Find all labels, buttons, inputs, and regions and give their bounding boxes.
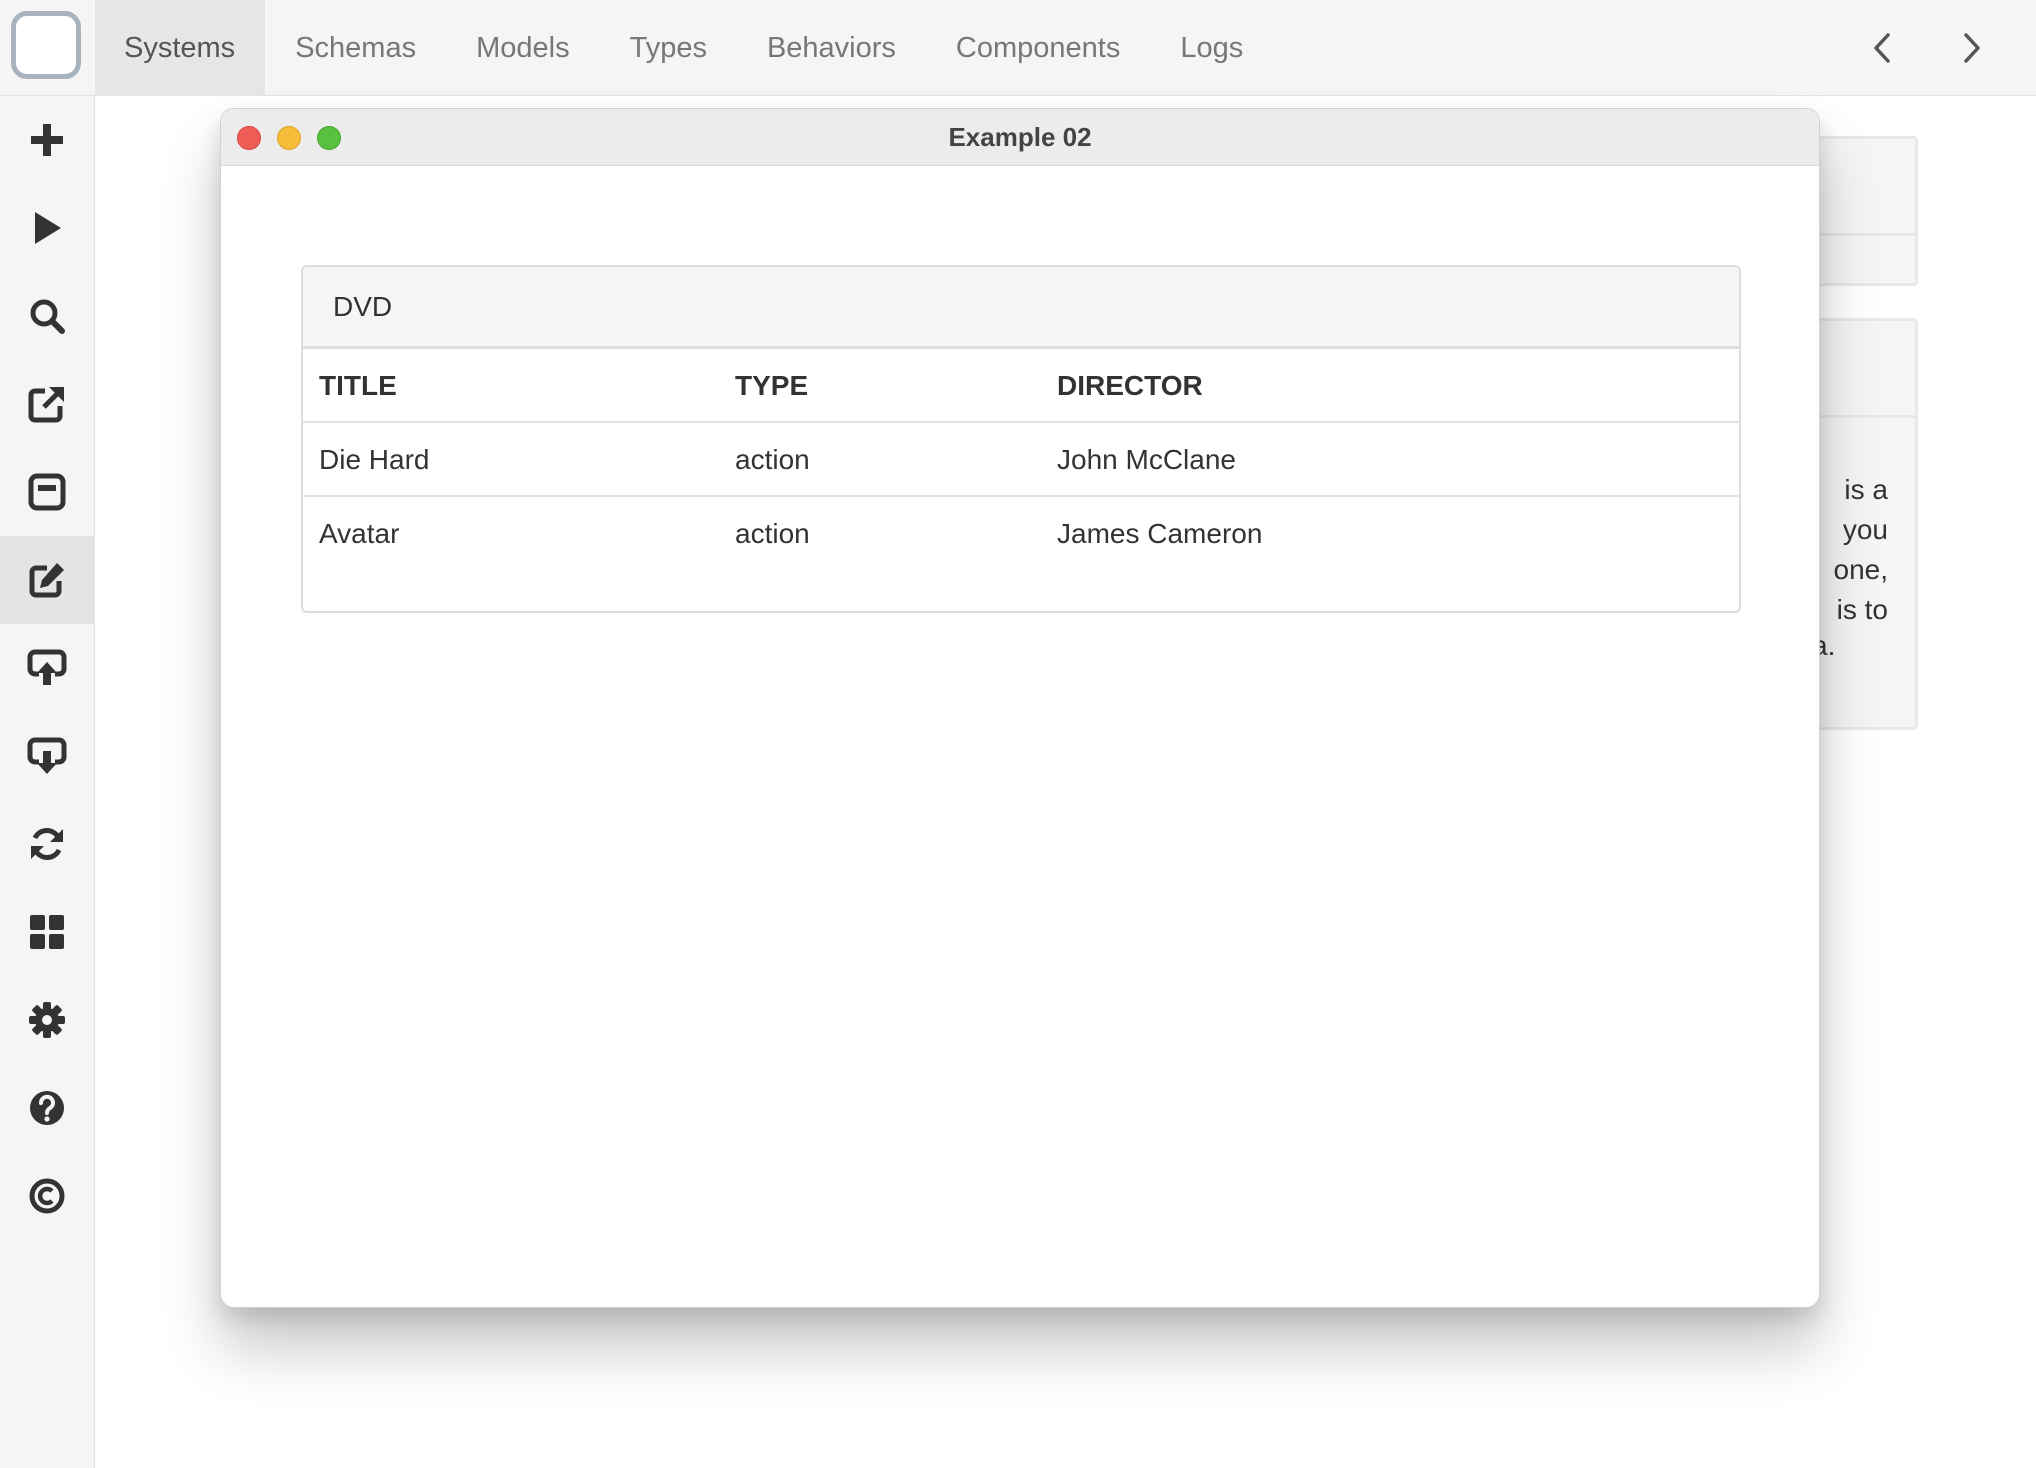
background-text-line: one, [1833, 554, 1889, 585]
sidebar [0, 96, 95, 1468]
column-header-type: TYPE [735, 370, 809, 401]
table-row[interactable]: Avatar action James Cameron [303, 497, 1739, 571]
tab-types[interactable]: Types [600, 0, 737, 96]
background-text-line: you [1842, 514, 1888, 545]
app-logo[interactable] [0, 0, 95, 96]
sidebar-item-open-external[interactable] [0, 360, 94, 448]
sidebar-item-download[interactable] [0, 712, 94, 800]
close-button[interactable] [237, 126, 261, 150]
cell-title: Avatar [319, 518, 400, 549]
sidebar-item-about[interactable] [0, 1152, 94, 1240]
background-text-line: is to [1836, 594, 1888, 625]
sidebar-item-settings[interactable] [0, 976, 94, 1064]
tab-schemas[interactable]: Schemas [265, 0, 446, 96]
main-tabs: Systems Schemas Models Types Behaviors C… [95, 0, 1273, 96]
sidebar-item-window[interactable] [0, 448, 94, 536]
top-navigation-bar: Systems Schemas Models Types Behaviors C… [0, 0, 2036, 96]
tab-systems[interactable]: Systems [95, 0, 266, 96]
download-icon [27, 737, 67, 774]
tab-models[interactable]: Models [446, 0, 600, 96]
background-text: is a you one, is to [1820, 470, 1889, 630]
cell-director: John McClane [1057, 444, 1236, 475]
window-title: Example 02 [948, 122, 1092, 152]
tab-components[interactable]: Components [926, 0, 1150, 96]
chevron-left-icon [1874, 33, 1890, 63]
play-icon [35, 212, 61, 244]
sidebar-item-upload[interactable] [0, 624, 94, 712]
sidebar-item-dashboard[interactable] [0, 888, 94, 976]
sidebar-item-search[interactable] [0, 272, 94, 360]
app-logo-icon [11, 11, 81, 79]
back-button[interactable] [1858, 24, 1906, 72]
tab-behaviors[interactable]: Behaviors [737, 0, 926, 96]
cell-type: action [735, 444, 810, 475]
upload-icon [27, 649, 67, 685]
help-icon [30, 1091, 64, 1125]
card-header: DVD [303, 267, 1739, 349]
chevron-right-icon [1964, 33, 1980, 63]
dvd-card: DVD TITLE TYPE DIRECTOR Die Hard action … [301, 265, 1741, 613]
table-header-row: TITLE TYPE DIRECTOR [303, 349, 1739, 423]
external-link-icon [28, 387, 64, 423]
edit-icon [29, 563, 64, 598]
sidebar-item-add[interactable] [0, 96, 94, 184]
sidebar-item-sync[interactable] [0, 800, 94, 888]
search-icon [30, 299, 65, 334]
tab-logs[interactable]: Logs [1150, 0, 1273, 96]
copyright-icon [29, 1178, 65, 1214]
sidebar-item-run[interactable] [0, 184, 94, 272]
grid-icon [30, 915, 64, 949]
column-header-title: TITLE [319, 370, 397, 401]
refresh-icon [31, 828, 63, 860]
maximize-button[interactable] [317, 126, 341, 150]
column-header-director: DIRECTOR [1057, 370, 1203, 401]
gear-icon [29, 1002, 65, 1038]
sidebar-item-help[interactable] [0, 1064, 94, 1152]
minimize-button[interactable] [277, 126, 301, 150]
window-titlebar[interactable]: Example 02 [221, 109, 1819, 166]
background-text-line: is a [1844, 474, 1888, 505]
forward-button[interactable] [1948, 24, 1996, 72]
cell-director: James Cameron [1057, 518, 1263, 549]
example-window: Example 02 DVD TITLE TYPE DIRECTOR Die H… [220, 108, 1820, 1308]
sidebar-item-edit[interactable] [0, 536, 94, 624]
cell-title: Die Hard [319, 444, 430, 475]
cell-type: action [735, 518, 810, 549]
table-row[interactable]: Die Hard action John McClane [303, 423, 1739, 497]
plus-icon [31, 124, 63, 156]
window-icon [28, 473, 66, 511]
